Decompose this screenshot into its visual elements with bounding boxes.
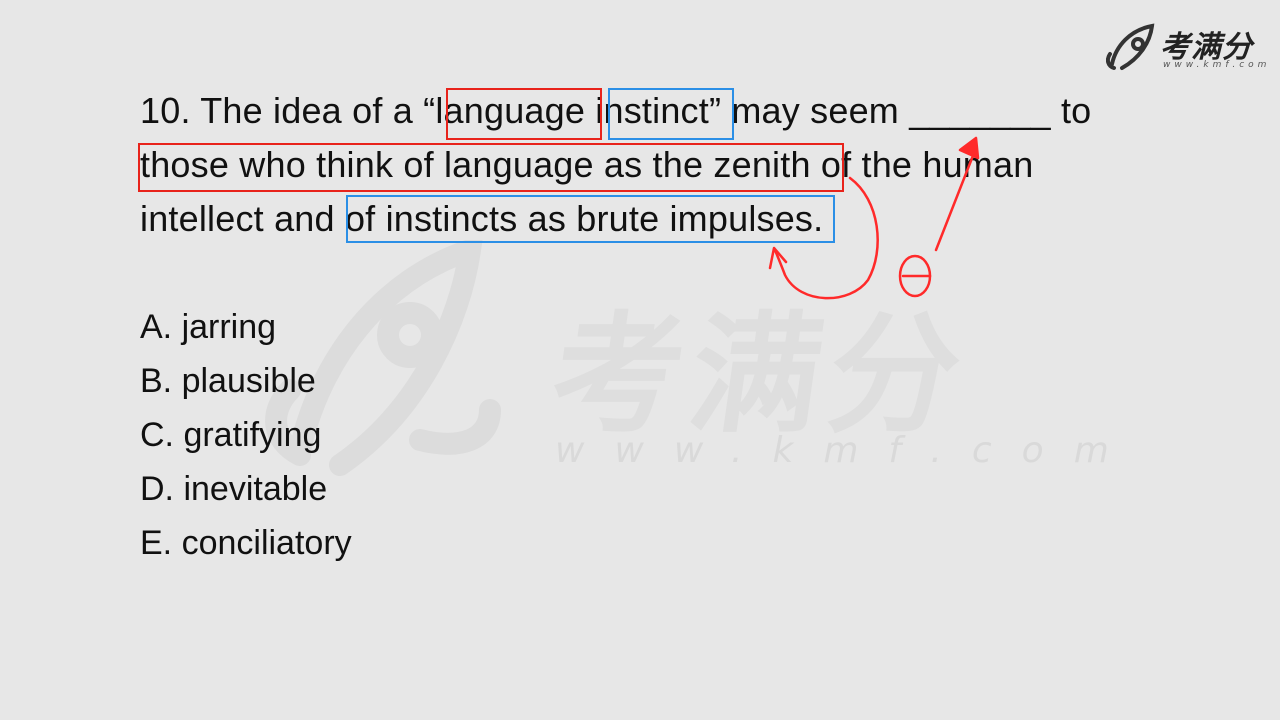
slide: 考满分 www.kmf.com 考满分 www.kmf.com 10. The … (0, 0, 1280, 720)
curved-link-arrow (773, 176, 879, 300)
straight-arrow-line (934, 146, 978, 252)
straight-arrowhead (958, 136, 980, 160)
handwritten-annotations (768, 136, 980, 300)
